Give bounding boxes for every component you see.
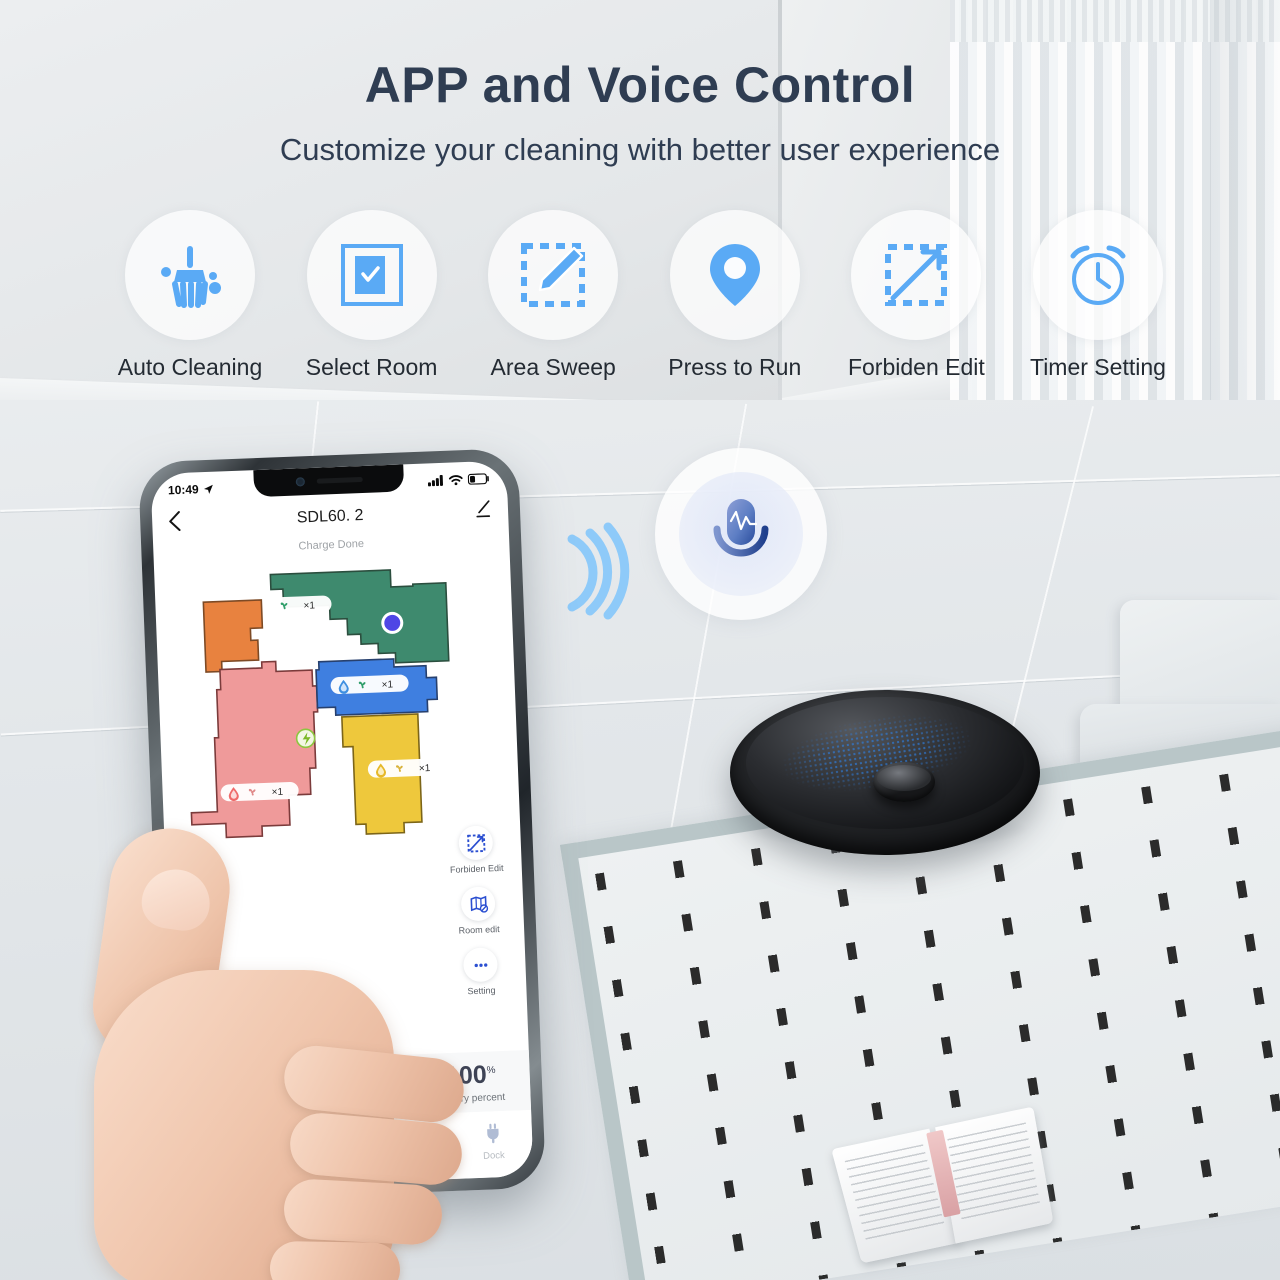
front-camera-icon [295, 477, 305, 487]
feature-auto-cleaning[interactable]: Auto Cleaning [104, 210, 276, 381]
badge-count: ×1 [381, 679, 393, 690]
feature-circle [1032, 210, 1163, 340]
chevron-left-icon [169, 510, 181, 531]
hand-holding-phone [84, 800, 554, 1280]
select-room-icon [340, 244, 403, 306]
feature-icon-row: Auto Cleaning Select Room Area Sweep Pre… [104, 210, 1184, 381]
status-time: 10:49 [167, 482, 199, 498]
feature-label: Timer Setting [1030, 354, 1166, 380]
feature-label: Area Sweep [490, 354, 616, 380]
page-title: APP and Voice Control [364, 57, 916, 113]
thumbnail [138, 865, 215, 934]
cellular-bars-icon [427, 474, 443, 486]
area-sweep-icon [521, 243, 586, 307]
feature-select-room[interactable]: Select Room [286, 210, 458, 381]
feature-label: Press to Run [668, 354, 802, 380]
feature-press-to-run[interactable]: Press to Run [649, 210, 821, 381]
back-button[interactable] [168, 510, 182, 535]
page-subtitle: Customize your cleaning with better user… [279, 132, 1001, 167]
voice-control-bubble[interactable] [655, 448, 827, 620]
feature-label: Auto Cleaning [117, 354, 263, 380]
robot-vacuum [730, 690, 1040, 855]
status-indicators [427, 472, 490, 486]
forbidden-edit-icon [885, 244, 948, 306]
map-pin-icon [709, 244, 760, 306]
feature-forbiden-edit[interactable]: Forbiden Edit [830, 210, 1002, 381]
battery-icon [467, 472, 489, 485]
pencil-icon [476, 500, 491, 518]
device-name-title: SDL60. 2 [296, 506, 364, 527]
voice-inner-circle [679, 472, 803, 596]
edit-name-button[interactable] [475, 500, 493, 523]
map-badge-blue: ×1 [330, 674, 409, 695]
wifi-icon [448, 474, 463, 485]
feature-circle [669, 210, 800, 340]
feature-timer-setting[interactable]: Timer Setting [1012, 210, 1184, 381]
feature-circle [306, 210, 437, 340]
ring-finger [282, 1177, 444, 1247]
broom-icon [161, 246, 221, 308]
feature-area-sweep[interactable]: Area Sweep [467, 210, 639, 381]
map-room-orange [202, 599, 264, 673]
feature-circle [125, 210, 255, 340]
badge-count: ×1 [303, 600, 315, 611]
feature-label: Forbiden Edit [847, 354, 985, 380]
feature-circle [488, 210, 619, 340]
location-arrow-icon [203, 484, 213, 494]
phone-notch [253, 464, 405, 498]
alarm-clock-icon [1070, 245, 1126, 305]
feature-label: Select Room [305, 354, 438, 380]
badge-count: ×1 [271, 787, 283, 798]
voice-microphone-icon [713, 499, 769, 557]
map-badge-yellow: ×1 [367, 758, 446, 778]
robot-lidar-turret [873, 762, 935, 802]
book-right-page [935, 1106, 1054, 1244]
badge-count: ×1 [419, 763, 431, 774]
wifi-signal-icon [567, 522, 630, 620]
pinky-finger [269, 1240, 401, 1280]
map-badge-pink: ×1 [220, 781, 299, 802]
map-badge-green: ×1 [269, 595, 332, 615]
status-time-group: 10:49 [167, 482, 214, 498]
feature-circle [851, 210, 982, 340]
wifi-signal-waves [556, 515, 656, 625]
earpiece-speaker [316, 476, 363, 484]
map-room-green [269, 569, 450, 664]
